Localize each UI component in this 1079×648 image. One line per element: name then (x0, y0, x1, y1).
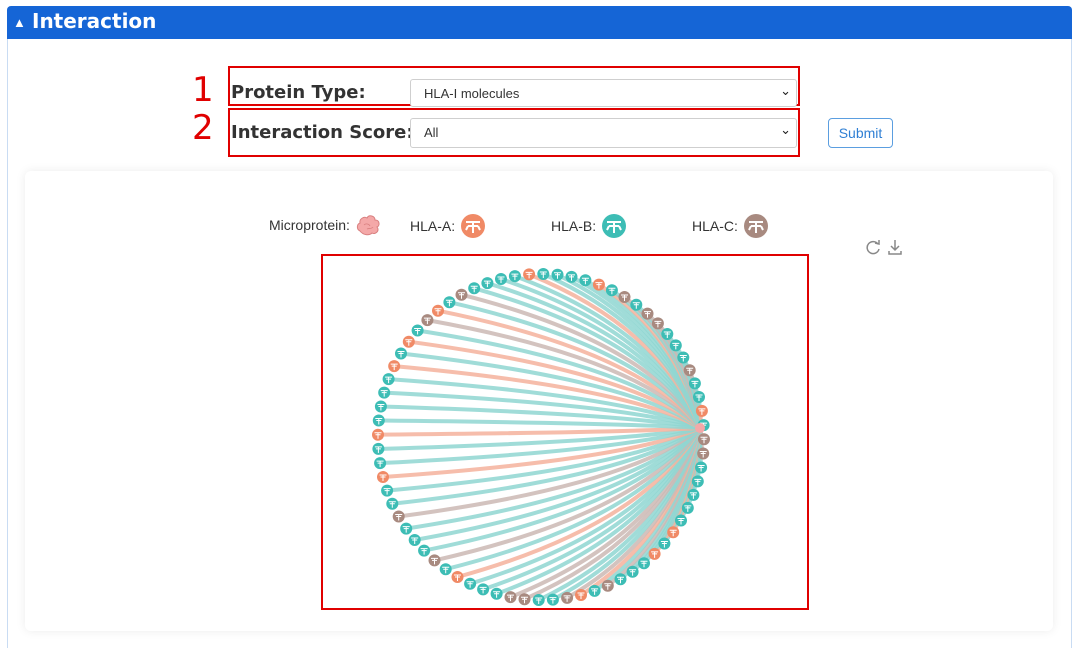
hla-node-icon[interactable] (561, 591, 574, 604)
hla-node-icon[interactable] (377, 471, 389, 483)
hla-node-icon[interactable] (392, 510, 405, 523)
microprotein-hub-node[interactable] (695, 423, 705, 433)
hla-node-icon[interactable] (468, 282, 481, 295)
hla-node-icon[interactable] (477, 583, 490, 596)
hla-node-icon[interactable] (683, 364, 696, 377)
hla-node-icon[interactable] (464, 577, 477, 590)
hla-node-icon[interactable] (395, 347, 407, 360)
hla-node-icon[interactable] (400, 522, 413, 535)
hla-node-icon[interactable] (651, 317, 664, 330)
hla-node-icon[interactable] (688, 377, 701, 390)
hla-node-icon[interactable] (508, 270, 521, 283)
hla-node-icon[interactable] (565, 270, 578, 283)
hla-node-icon[interactable] (504, 591, 517, 604)
hla-node-icon[interactable] (428, 554, 441, 567)
hla-node-icon[interactable] (618, 291, 631, 303)
hla-node-icon[interactable] (614, 573, 627, 586)
hla-node-icon[interactable] (658, 537, 671, 550)
hla-node-icon[interactable] (698, 433, 710, 446)
hla-node-icon[interactable] (374, 400, 387, 413)
hla-node-icon[interactable] (697, 447, 710, 460)
hla-node-icon[interactable] (588, 584, 601, 597)
hla-node-icon[interactable] (439, 563, 452, 576)
hla-node-icon[interactable] (691, 475, 704, 488)
hla-node-icon[interactable] (374, 457, 387, 470)
hla-node-icon[interactable] (372, 414, 385, 427)
hla-node-icon[interactable] (693, 391, 705, 403)
hla-node-icon[interactable] (386, 497, 399, 510)
hla-node-icon[interactable] (432, 304, 444, 317)
interaction-network[interactable] (0, 0, 1079, 648)
hla-node-icon[interactable] (626, 565, 639, 578)
hla-node-icon[interactable] (455, 288, 468, 301)
hla-node-icon[interactable] (443, 296, 456, 309)
hla-node-icon[interactable] (518, 593, 531, 606)
hla-node-icon[interactable] (605, 284, 618, 297)
hla-node-icon[interactable] (418, 544, 431, 557)
hla-node-icon[interactable] (481, 277, 494, 290)
hla-node-icon[interactable] (592, 278, 605, 291)
hla-node-icon[interactable] (551, 268, 564, 281)
hla-node-icon[interactable] (421, 314, 434, 327)
hla-node-icon[interactable] (579, 274, 592, 287)
hla-node-icon[interactable] (575, 589, 587, 601)
hla-node-icon[interactable] (601, 579, 614, 592)
hla-node-icon[interactable] (677, 351, 690, 364)
hla-node-icon[interactable] (537, 268, 550, 280)
hla-node-icon[interactable] (495, 273, 507, 285)
hla-node-icon[interactable] (661, 328, 674, 340)
hla-node-icon[interactable] (372, 442, 385, 455)
hla-node-icon[interactable] (382, 373, 395, 386)
hla-node-icon[interactable] (687, 488, 700, 501)
hla-node-icon[interactable] (408, 534, 421, 546)
hla-node-icon[interactable] (546, 593, 559, 606)
hla-node-icon[interactable] (532, 594, 545, 606)
hla-node-icon[interactable] (638, 557, 650, 570)
hla-node-icon[interactable] (402, 335, 415, 348)
hla-node-icon[interactable] (695, 461, 708, 474)
hla-node-icon[interactable] (641, 307, 654, 320)
hla-node-icon[interactable] (388, 360, 401, 373)
hla-node-icon[interactable] (675, 514, 687, 527)
hla-node-icon[interactable] (523, 268, 536, 281)
hla-node-icon[interactable] (411, 324, 424, 337)
hla-node-icon[interactable] (490, 587, 503, 600)
hla-node-icon[interactable] (372, 428, 384, 441)
hla-node-icon[interactable] (667, 526, 680, 539)
hla-node-icon[interactable] (630, 298, 643, 311)
hla-node-icon[interactable] (378, 386, 391, 399)
hla-node-icon[interactable] (451, 571, 464, 583)
hla-node-icon[interactable] (681, 501, 694, 514)
hla-node-icon[interactable] (695, 404, 708, 417)
hla-node-icon[interactable] (648, 547, 661, 560)
hla-node-icon[interactable] (669, 339, 682, 352)
hla-node-icon[interactable] (381, 484, 394, 497)
